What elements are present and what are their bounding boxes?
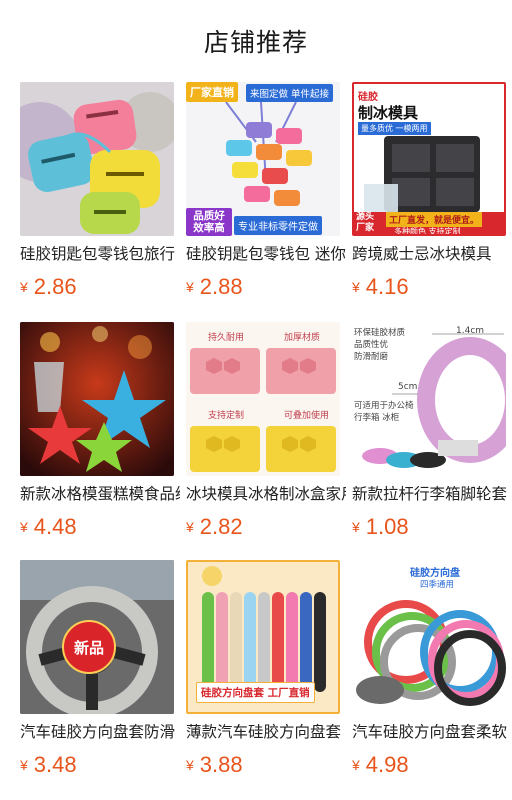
quality-label: 品质性优 bbox=[354, 340, 389, 350]
product-card[interactable]: 持久耐用 加厚材质 支持定制 可叠加使用 冰块模具冰格制冰盒家用 ¥2.82 bbox=[186, 322, 346, 542]
product-title[interactable]: 新款冰格模蛋糕模食品级 bbox=[20, 484, 180, 504]
dimension-label: 5cm bbox=[398, 382, 418, 392]
product-card[interactable]: 厂家直销 来图定做 单件起接 品质好 效率高 专业非标零件定做 硅胶钥匙包零钱包… bbox=[186, 82, 346, 302]
product-card[interactable]: 硅胶钥匙包零钱包旅行 ¥2.86 bbox=[20, 82, 180, 302]
sub-label: 量多质优 一模两用 bbox=[358, 122, 431, 135]
product-image[interactable] bbox=[20, 322, 174, 476]
currency-symbol: ¥ bbox=[352, 757, 360, 773]
product-image[interactable]: 环保硅胶材质 品质性优 防滑耐磨 1.4cm 5cm 可适用于办公椅 行李箱 冰… bbox=[352, 322, 506, 476]
product-title[interactable]: 汽车硅胶方向盘套防滑 bbox=[20, 722, 180, 742]
headline-label: 制冰模具 bbox=[358, 104, 419, 122]
product-price: ¥4.48 bbox=[20, 514, 77, 540]
product-card[interactable]: 新款冰格模蛋糕模食品级 ¥4.48 bbox=[20, 322, 180, 542]
factory-direct-label: 工厂直发，就是便宜。 bbox=[386, 212, 483, 227]
price-value: 2.88 bbox=[199, 274, 243, 299]
badge-factory-direct: 厂家直销 bbox=[186, 82, 238, 102]
new-badge: 新品 bbox=[62, 620, 116, 674]
currency-symbol: ¥ bbox=[20, 757, 28, 773]
product-card[interactable]: 硅胶方向盘 四季通用 汽车硅胶方向盘套柔软 ¥4.98 bbox=[352, 560, 512, 780]
product-price: ¥2.82 bbox=[186, 514, 243, 540]
badge-custom-parts: 专业非标零件定做 bbox=[234, 216, 322, 235]
product-image[interactable] bbox=[20, 82, 174, 236]
steering-label: 硅胶方向盘 bbox=[410, 568, 460, 579]
product-title[interactable]: 新款拉杆行李箱脚轮套 bbox=[352, 484, 512, 504]
product-image[interactable]: 硅胶方向盘套 工厂直销 bbox=[186, 560, 340, 714]
product-card[interactable]: 硅胶 制冰模具 量多质优 一模两用 源头 厂家 工厂直发，就是便宜。 多种颜色 … bbox=[352, 82, 512, 302]
product-card[interactable]: 环保硅胶材质 品质性优 防滑耐磨 1.4cm 5cm 可适用于办公椅 行李箱 冰… bbox=[352, 322, 512, 542]
badge-quality: 品质好 效率高 bbox=[186, 208, 232, 236]
product-image[interactable]: 厂家直销 来图定做 单件起接 品质好 效率高 专业非标零件定做 bbox=[186, 82, 340, 236]
source-factory-label: 源头 厂家 bbox=[356, 212, 375, 233]
currency-symbol: ¥ bbox=[186, 519, 194, 535]
currency-symbol: ¥ bbox=[20, 519, 28, 535]
price-value: 2.86 bbox=[33, 274, 77, 299]
product-label-banner: 硅胶方向盘套 工厂直销 bbox=[196, 682, 315, 703]
product-image[interactable]: 新品 bbox=[20, 560, 174, 714]
product-title[interactable]: 硅胶钥匙包零钱包旅行 bbox=[20, 244, 180, 264]
feature-label: 持久耐用 bbox=[208, 333, 245, 343]
product-image[interactable]: 持久耐用 加厚材质 支持定制 可叠加使用 bbox=[186, 322, 340, 476]
product-price: ¥4.98 bbox=[352, 752, 409, 778]
usage-label: 可适用于办公椅 行李箱 冰柜 bbox=[354, 401, 414, 423]
feature-label: 加厚材质 bbox=[284, 333, 321, 343]
price-value: 4.16 bbox=[365, 274, 409, 299]
price-value: 2.82 bbox=[199, 514, 243, 539]
season-label: 四季通用 bbox=[420, 580, 455, 590]
durability-label: 防滑耐磨 bbox=[354, 352, 389, 362]
currency-symbol: ¥ bbox=[20, 279, 28, 295]
price-value: 4.48 bbox=[33, 514, 77, 539]
feature-label: 可叠加使用 bbox=[284, 411, 330, 421]
product-price: ¥1.08 bbox=[352, 514, 409, 540]
product-image[interactable]: 硅胶 制冰模具 量多质优 一模两用 源头 厂家 工厂直发，就是便宜。 多种颜色 … bbox=[352, 82, 506, 236]
price-value: 1.08 bbox=[365, 514, 409, 539]
product-price: ¥4.16 bbox=[352, 274, 409, 300]
product-price: ¥2.88 bbox=[186, 274, 243, 300]
product-grid: 硅胶钥匙包零钱包旅行 ¥2.86 厂家直销 来图定做 单件起接 品质好 效率高 … bbox=[0, 0, 512, 800]
colors-label: 多种颜色 支持定制 bbox=[394, 227, 461, 236]
product-card[interactable]: 硅胶方向盘套 工厂直销 薄款汽车硅胶方向盘套 ¥3.88 bbox=[186, 560, 346, 780]
dimension-label: 1.4cm bbox=[456, 326, 485, 336]
product-image[interactable]: 硅胶方向盘 四季通用 bbox=[352, 560, 506, 714]
product-title[interactable]: 汽车硅胶方向盘套柔软 bbox=[352, 722, 512, 742]
currency-symbol: ¥ bbox=[352, 519, 360, 535]
feature-label: 支持定制 bbox=[208, 411, 245, 421]
product-price: ¥3.88 bbox=[186, 752, 243, 778]
price-value: 3.88 bbox=[199, 752, 243, 777]
currency-symbol: ¥ bbox=[352, 279, 360, 295]
badge-custom: 来图定做 单件起接 bbox=[246, 84, 334, 102]
product-title[interactable]: 冰块模具冰格制冰盒家用 bbox=[186, 484, 346, 504]
currency-symbol: ¥ bbox=[186, 279, 194, 295]
price-value: 3.48 bbox=[33, 752, 77, 777]
brand-label: 硅胶 bbox=[358, 92, 378, 103]
product-title[interactable]: 薄款汽车硅胶方向盘套 bbox=[186, 722, 346, 742]
product-title[interactable]: 硅胶钥匙包零钱包 迷你 bbox=[186, 244, 346, 264]
product-card[interactable]: 新品 汽车硅胶方向盘套防滑 ¥3.48 bbox=[20, 560, 180, 780]
material-label: 环保硅胶材质 bbox=[354, 328, 406, 338]
product-price: ¥2.86 bbox=[20, 274, 77, 300]
product-title[interactable]: 跨境威士忌冰块模具 bbox=[352, 244, 512, 264]
product-price: ¥3.48 bbox=[20, 752, 77, 778]
currency-symbol: ¥ bbox=[186, 757, 194, 773]
price-value: 4.98 bbox=[365, 752, 409, 777]
